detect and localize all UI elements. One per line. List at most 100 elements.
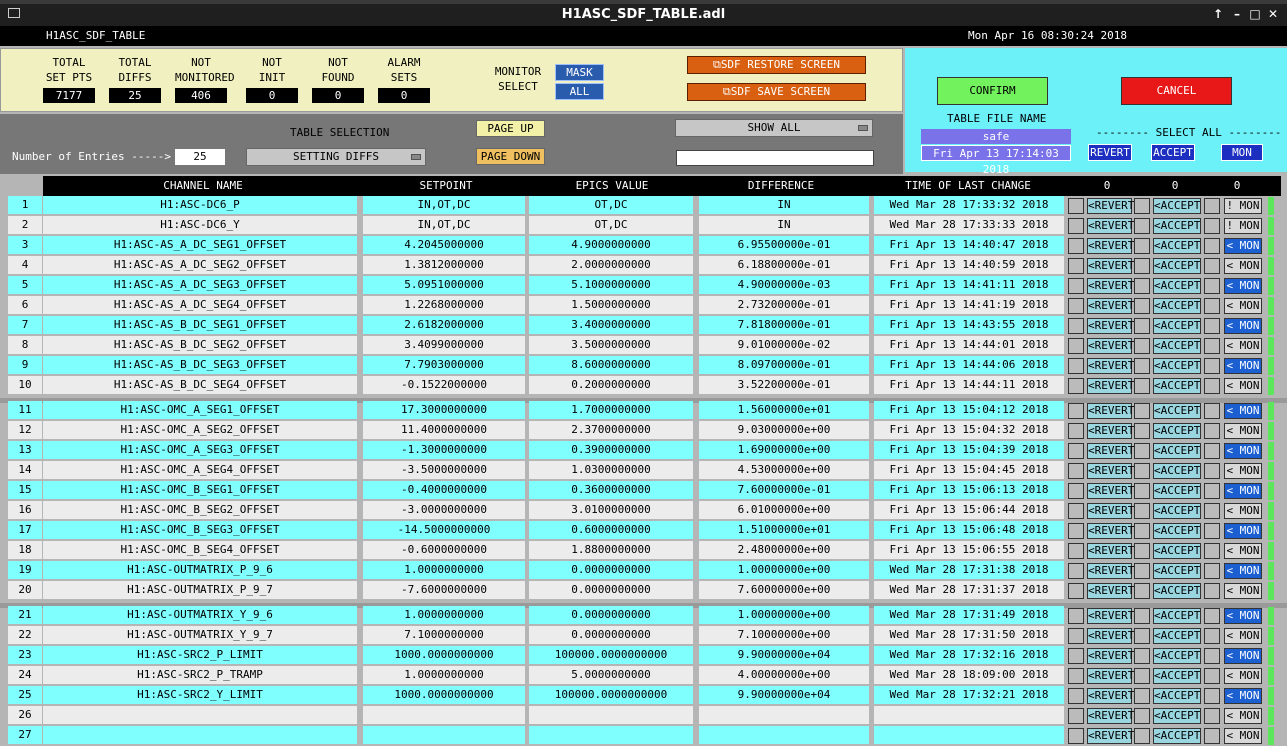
- revert-button[interactable]: <REVERT: [1087, 648, 1134, 664]
- accept-checkbox[interactable]: [1134, 503, 1150, 519]
- accept-button[interactable]: <ACCEPT: [1153, 198, 1201, 214]
- accept-button[interactable]: <ACCEPT: [1153, 278, 1201, 294]
- revert-button[interactable]: <REVERT: [1087, 708, 1134, 724]
- revert-button[interactable]: <REVERT: [1087, 563, 1134, 579]
- accept-button[interactable]: <ACCEPT: [1153, 708, 1201, 724]
- revert-button[interactable]: <REVERT: [1087, 298, 1134, 314]
- revert-checkbox[interactable]: [1068, 483, 1084, 499]
- accept-button[interactable]: <ACCEPT: [1153, 298, 1201, 314]
- mon-button[interactable]: < MON: [1224, 608, 1262, 624]
- accept-checkbox[interactable]: [1134, 258, 1150, 274]
- mon-all-button[interactable]: MON: [1221, 144, 1263, 161]
- revert-button[interactable]: <REVERT: [1087, 358, 1134, 374]
- accept-button[interactable]: <ACCEPT: [1153, 423, 1201, 439]
- revert-button[interactable]: <REVERT: [1087, 728, 1134, 744]
- mon-button[interactable]: < MON: [1224, 648, 1262, 664]
- mon-checkbox[interactable]: [1204, 218, 1220, 234]
- accept-checkbox[interactable]: [1134, 583, 1150, 599]
- accept-checkbox[interactable]: [1134, 688, 1150, 704]
- confirm-button[interactable]: CONFIRM: [937, 77, 1048, 105]
- accept-checkbox[interactable]: [1134, 278, 1150, 294]
- accept-checkbox[interactable]: [1134, 238, 1150, 254]
- accept-checkbox[interactable]: [1134, 608, 1150, 624]
- revert-button[interactable]: <REVERT: [1087, 608, 1134, 624]
- revert-checkbox[interactable]: [1068, 338, 1084, 354]
- accept-button[interactable]: <ACCEPT: [1153, 318, 1201, 334]
- mon-button[interactable]: < MON: [1224, 318, 1262, 334]
- revert-checkbox[interactable]: [1068, 668, 1084, 684]
- revert-checkbox[interactable]: [1068, 378, 1084, 394]
- maximize-icon[interactable]: □: [1248, 7, 1262, 21]
- table-selection-menu[interactable]: SETTING DIFFS: [246, 148, 426, 166]
- mon-button[interactable]: < MON: [1224, 238, 1262, 254]
- mon-checkbox[interactable]: [1204, 503, 1220, 519]
- revert-checkbox[interactable]: [1068, 238, 1084, 254]
- mon-checkbox[interactable]: [1204, 443, 1220, 459]
- mon-checkbox[interactable]: [1204, 198, 1220, 214]
- accept-checkbox[interactable]: [1134, 483, 1150, 499]
- accept-checkbox[interactable]: [1134, 463, 1150, 479]
- accept-button[interactable]: <ACCEPT: [1153, 238, 1201, 254]
- mon-button[interactable]: < MON: [1224, 668, 1262, 684]
- revert-button[interactable]: <REVERT: [1087, 463, 1134, 479]
- mon-button[interactable]: < MON: [1224, 563, 1262, 579]
- revert-button[interactable]: <REVERT: [1087, 583, 1134, 599]
- all-button[interactable]: ALL: [555, 83, 604, 100]
- accept-button[interactable]: <ACCEPT: [1153, 728, 1201, 744]
- mon-button[interactable]: < MON: [1224, 708, 1262, 724]
- mon-button[interactable]: < MON: [1224, 483, 1262, 499]
- accept-button[interactable]: <ACCEPT: [1153, 378, 1201, 394]
- mon-checkbox[interactable]: [1204, 258, 1220, 274]
- revert-checkbox[interactable]: [1068, 583, 1084, 599]
- revert-checkbox[interactable]: [1068, 523, 1084, 539]
- revert-checkbox[interactable]: [1068, 708, 1084, 724]
- mon-button[interactable]: < MON: [1224, 403, 1262, 419]
- mon-button[interactable]: < MON: [1224, 358, 1262, 374]
- mon-button[interactable]: < MON: [1224, 338, 1262, 354]
- filter-input[interactable]: [676, 150, 874, 166]
- revert-button[interactable]: <REVERT: [1087, 443, 1134, 459]
- accept-button[interactable]: <ACCEPT: [1153, 628, 1201, 644]
- mask-button[interactable]: MASK: [555, 64, 604, 81]
- accept-checkbox[interactable]: [1134, 543, 1150, 559]
- revert-checkbox[interactable]: [1068, 563, 1084, 579]
- revert-button[interactable]: <REVERT: [1087, 218, 1134, 234]
- accept-button[interactable]: <ACCEPT: [1153, 523, 1201, 539]
- mon-button[interactable]: < MON: [1224, 463, 1262, 479]
- accept-all-button[interactable]: ACCEPT: [1151, 144, 1195, 161]
- sdf-restore-button[interactable]: ⧉SDF RESTORE SCREEN: [687, 56, 866, 74]
- accept-button[interactable]: <ACCEPT: [1153, 543, 1201, 559]
- revert-button[interactable]: <REVERT: [1087, 338, 1134, 354]
- mon-checkbox[interactable]: [1204, 463, 1220, 479]
- mon-checkbox[interactable]: [1204, 423, 1220, 439]
- revert-checkbox[interactable]: [1068, 463, 1084, 479]
- mon-button[interactable]: < MON: [1224, 298, 1262, 314]
- accept-button[interactable]: <ACCEPT: [1153, 583, 1201, 599]
- mon-checkbox[interactable]: [1204, 688, 1220, 704]
- mon-button[interactable]: < MON: [1224, 583, 1262, 599]
- accept-button[interactable]: <ACCEPT: [1153, 463, 1201, 479]
- revert-checkbox[interactable]: [1068, 358, 1084, 374]
- accept-button[interactable]: <ACCEPT: [1153, 503, 1201, 519]
- revert-checkbox[interactable]: [1068, 198, 1084, 214]
- accept-button[interactable]: <ACCEPT: [1153, 338, 1201, 354]
- mon-button[interactable]: < MON: [1224, 503, 1262, 519]
- revert-checkbox[interactable]: [1068, 628, 1084, 644]
- mon-button[interactable]: < MON: [1224, 258, 1262, 274]
- mon-checkbox[interactable]: [1204, 403, 1220, 419]
- accept-checkbox[interactable]: [1134, 378, 1150, 394]
- revert-button[interactable]: <REVERT: [1087, 483, 1134, 499]
- revert-checkbox[interactable]: [1068, 688, 1084, 704]
- mon-checkbox[interactable]: [1204, 298, 1220, 314]
- revert-button[interactable]: <REVERT: [1087, 523, 1134, 539]
- cancel-button[interactable]: CANCEL: [1121, 77, 1232, 105]
- mon-checkbox[interactable]: [1204, 608, 1220, 624]
- revert-checkbox[interactable]: [1068, 298, 1084, 314]
- accept-button[interactable]: <ACCEPT: [1153, 443, 1201, 459]
- mon-button[interactable]: < MON: [1224, 728, 1262, 744]
- close-icon[interactable]: ✕: [1266, 7, 1280, 21]
- sdf-save-button[interactable]: ⧉SDF SAVE SCREEN: [687, 83, 866, 101]
- revert-button[interactable]: <REVERT: [1087, 238, 1134, 254]
- revert-all-button[interactable]: REVERT: [1088, 144, 1132, 161]
- accept-checkbox[interactable]: [1134, 358, 1150, 374]
